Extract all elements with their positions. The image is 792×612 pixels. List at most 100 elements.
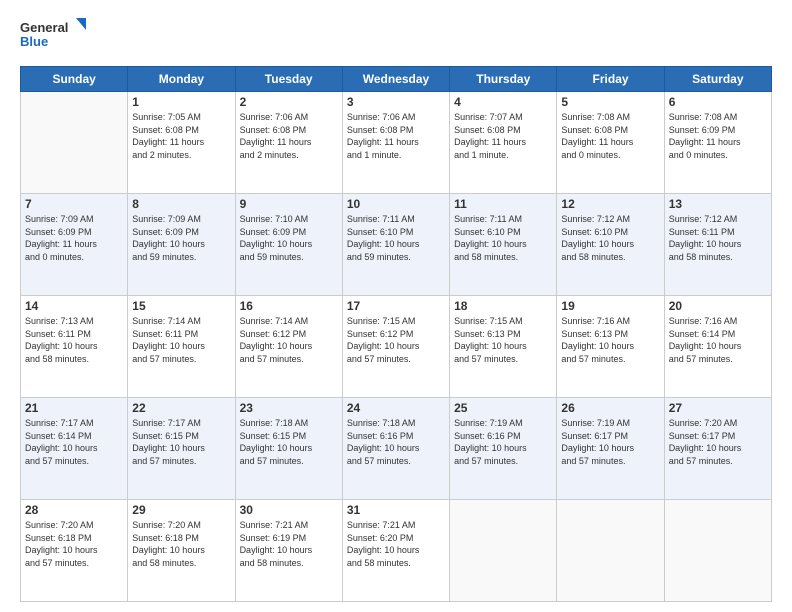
- day-info: Sunrise: 7:13 AM Sunset: 6:11 PM Dayligh…: [25, 315, 123, 365]
- day-info: Sunrise: 7:20 AM Sunset: 6:18 PM Dayligh…: [132, 519, 230, 569]
- day-info: Sunrise: 7:12 AM Sunset: 6:11 PM Dayligh…: [669, 213, 767, 263]
- day-number: 24: [347, 401, 445, 415]
- day-number: 7: [25, 197, 123, 211]
- day-number: 23: [240, 401, 338, 415]
- day-info: Sunrise: 7:21 AM Sunset: 6:19 PM Dayligh…: [240, 519, 338, 569]
- day-number: 1: [132, 95, 230, 109]
- calendar-cell: 6 Sunrise: 7:08 AM Sunset: 6:09 PM Daylig…: [664, 92, 771, 194]
- calendar-cell: [450, 500, 557, 602]
- calendar-cell: 17 Sunrise: 7:15 AM Sunset: 6:12 PM Dayli…: [342, 296, 449, 398]
- day-number: 5: [561, 95, 659, 109]
- calendar-cell: 11 Sunrise: 7:11 AM Sunset: 6:10 PM Dayli…: [450, 194, 557, 296]
- day-info: Sunrise: 7:07 AM Sunset: 6:08 PM Dayligh…: [454, 111, 552, 161]
- logo: General Blue: [20, 16, 90, 58]
- day-info: Sunrise: 7:11 AM Sunset: 6:10 PM Dayligh…: [347, 213, 445, 263]
- day-info: Sunrise: 7:15 AM Sunset: 6:13 PM Dayligh…: [454, 315, 552, 365]
- day-info: Sunrise: 7:17 AM Sunset: 6:15 PM Dayligh…: [132, 417, 230, 467]
- day-number: 19: [561, 299, 659, 313]
- day-number: 22: [132, 401, 230, 415]
- day-number: 18: [454, 299, 552, 313]
- calendar-cell: 23Sunrise: 7:18 AM Sunset: 6:15 PM Dayli…: [235, 398, 342, 500]
- day-number: 10: [347, 197, 445, 211]
- day-info: Sunrise: 7:06 AM Sunset: 6:08 PM Dayligh…: [347, 111, 445, 161]
- calendar-cell: 22 Sunrise: 7:17 AM Sunset: 6:15 PM Dayli…: [128, 398, 235, 500]
- weekday-header-wednesday: Wednesday: [342, 67, 449, 92]
- day-number: 30: [240, 503, 338, 517]
- day-number: 4: [454, 95, 552, 109]
- day-info: Sunrise: 7:21 AM Sunset: 6:20 PM Dayligh…: [347, 519, 445, 569]
- calendar-cell: [21, 92, 128, 194]
- day-number: 15: [132, 299, 230, 313]
- day-info: Sunrise: 7:17 AM Sunset: 6:14 PM Dayligh…: [25, 417, 123, 467]
- calendar-cell: 21Sunrise: 7:17 AM Sunset: 6:14 PM Dayli…: [21, 398, 128, 500]
- day-info: Sunrise: 7:06 AM Sunset: 6:08 PM Dayligh…: [240, 111, 338, 161]
- calendar-cell: 10 Sunrise: 7:11 AM Sunset: 6:10 PM Dayli…: [342, 194, 449, 296]
- calendar-week-2: 7 Sunrise: 7:09 AM Sunset: 6:09 PM Daylig…: [21, 194, 772, 296]
- day-number: 28: [25, 503, 123, 517]
- day-info: Sunrise: 7:18 AM Sunset: 6:16 PM Dayligh…: [347, 417, 445, 467]
- day-number: 8: [132, 197, 230, 211]
- calendar-cell: [557, 500, 664, 602]
- day-info: Sunrise: 7:14 AM Sunset: 6:11 PM Dayligh…: [132, 315, 230, 365]
- day-info: Sunrise: 7:11 AM Sunset: 6:10 PM Dayligh…: [454, 213, 552, 263]
- calendar-cell: 18 Sunrise: 7:15 AM Sunset: 6:13 PM Dayli…: [450, 296, 557, 398]
- calendar-cell: [664, 500, 771, 602]
- calendar-cell: 8 Sunrise: 7:09 AM Sunset: 6:09 PM Daylig…: [128, 194, 235, 296]
- calendar-cell: 2Sunrise: 7:06 AM Sunset: 6:08 PM Daylig…: [235, 92, 342, 194]
- calendar-cell: 20 Sunrise: 7:16 AM Sunset: 6:14 PM Dayli…: [664, 296, 771, 398]
- day-info: Sunrise: 7:16 AM Sunset: 6:13 PM Dayligh…: [561, 315, 659, 365]
- day-number: 20: [669, 299, 767, 313]
- day-number: 13: [669, 197, 767, 211]
- calendar-cell: 27 Sunrise: 7:20 AM Sunset: 6:17 PM Dayli…: [664, 398, 771, 500]
- day-number: 26: [561, 401, 659, 415]
- day-number: 11: [454, 197, 552, 211]
- calendar-cell: 15 Sunrise: 7:14 AM Sunset: 6:11 PM Dayli…: [128, 296, 235, 398]
- calendar-cell: 1 Sunrise: 7:05 AM Sunset: 6:08 PM Daylig…: [128, 92, 235, 194]
- day-info: Sunrise: 7:20 AM Sunset: 6:17 PM Dayligh…: [669, 417, 767, 467]
- calendar-cell: 31Sunrise: 7:21 AM Sunset: 6:20 PM Dayli…: [342, 500, 449, 602]
- calendar-cell: 16 Sunrise: 7:14 AM Sunset: 6:12 PM Dayli…: [235, 296, 342, 398]
- svg-text:Blue: Blue: [20, 34, 48, 49]
- calendar-cell: 25 Sunrise: 7:19 AM Sunset: 6:16 PM Dayli…: [450, 398, 557, 500]
- page: General Blue SundayMondayTuesdayWednesda…: [0, 0, 792, 612]
- day-info: Sunrise: 7:14 AM Sunset: 6:12 PM Dayligh…: [240, 315, 338, 365]
- day-info: Sunrise: 7:09 AM Sunset: 6:09 PM Dayligh…: [132, 213, 230, 263]
- calendar-cell: 12Sunrise: 7:12 AM Sunset: 6:10 PM Dayli…: [557, 194, 664, 296]
- day-number: 25: [454, 401, 552, 415]
- day-info: Sunrise: 7:19 AM Sunset: 6:17 PM Dayligh…: [561, 417, 659, 467]
- day-info: Sunrise: 7:19 AM Sunset: 6:16 PM Dayligh…: [454, 417, 552, 467]
- calendar-cell: 28 Sunrise: 7:20 AM Sunset: 6:18 PM Dayli…: [21, 500, 128, 602]
- day-info: Sunrise: 7:08 AM Sunset: 6:08 PM Dayligh…: [561, 111, 659, 161]
- day-info: Sunrise: 7:20 AM Sunset: 6:18 PM Dayligh…: [25, 519, 123, 569]
- weekday-header-monday: Monday: [128, 67, 235, 92]
- day-info: Sunrise: 7:08 AM Sunset: 6:09 PM Dayligh…: [669, 111, 767, 161]
- weekday-header-saturday: Saturday: [664, 67, 771, 92]
- day-number: 29: [132, 503, 230, 517]
- day-number: 16: [240, 299, 338, 313]
- calendar-cell: 4 Sunrise: 7:07 AM Sunset: 6:08 PM Daylig…: [450, 92, 557, 194]
- weekday-header-sunday: Sunday: [21, 67, 128, 92]
- day-number: 9: [240, 197, 338, 211]
- calendar-week-3: 14 Sunrise: 7:13 AM Sunset: 6:11 PM Dayli…: [21, 296, 772, 398]
- svg-text:General: General: [20, 20, 68, 35]
- header: General Blue: [20, 16, 772, 58]
- calendar-cell: 19 Sunrise: 7:16 AM Sunset: 6:13 PM Dayli…: [557, 296, 664, 398]
- day-info: Sunrise: 7:15 AM Sunset: 6:12 PM Dayligh…: [347, 315, 445, 365]
- calendar: SundayMondayTuesdayWednesdayThursdayFrid…: [20, 66, 772, 602]
- day-number: 14: [25, 299, 123, 313]
- logo-svg: General Blue: [20, 16, 90, 58]
- day-info: Sunrise: 7:16 AM Sunset: 6:14 PM Dayligh…: [669, 315, 767, 365]
- calendar-cell: 24 Sunrise: 7:18 AM Sunset: 6:16 PM Dayli…: [342, 398, 449, 500]
- calendar-week-5: 28 Sunrise: 7:20 AM Sunset: 6:18 PM Dayli…: [21, 500, 772, 602]
- calendar-cell: 3Sunrise: 7:06 AM Sunset: 6:08 PM Daylig…: [342, 92, 449, 194]
- day-info: Sunrise: 7:09 AM Sunset: 6:09 PM Dayligh…: [25, 213, 123, 263]
- weekday-header-row: SundayMondayTuesdayWednesdayThursdayFrid…: [21, 67, 772, 92]
- calendar-cell: 14 Sunrise: 7:13 AM Sunset: 6:11 PM Dayli…: [21, 296, 128, 398]
- day-number: 17: [347, 299, 445, 313]
- day-info: Sunrise: 7:05 AM Sunset: 6:08 PM Dayligh…: [132, 111, 230, 161]
- calendar-cell: 9 Sunrise: 7:10 AM Sunset: 6:09 PM Daylig…: [235, 194, 342, 296]
- day-number: 6: [669, 95, 767, 109]
- day-info: Sunrise: 7:12 AM Sunset: 6:10 PM Dayligh…: [561, 213, 659, 263]
- day-info: Sunrise: 7:10 AM Sunset: 6:09 PM Dayligh…: [240, 213, 338, 263]
- day-number: 27: [669, 401, 767, 415]
